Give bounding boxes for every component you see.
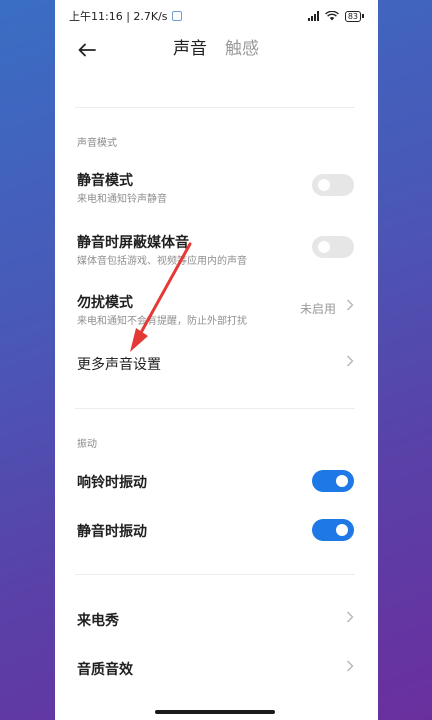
divider — [75, 574, 355, 575]
notification-icon — [171, 11, 182, 21]
section-title-vibration: 振动 — [77, 439, 97, 450]
row-caller-show[interactable]: 来电秀 — [55, 604, 378, 636]
battery-icon: 83 — [344, 10, 364, 22]
tab-sound[interactable]: 声音 — [173, 38, 207, 60]
row-title: 来电秀 — [77, 613, 119, 629]
row-vibrate-on-silent[interactable]: 静音时振动 — [55, 515, 378, 547]
row-do-not-disturb[interactable]: 勿扰模式 来电和通知不会有提醒，防止外部打扰 未启用 — [55, 288, 378, 334]
signal-icon — [307, 11, 319, 21]
status-bar: 上午11:16 | 2.7K/s 83 — [55, 0, 378, 32]
battery-level: 83 — [344, 10, 361, 22]
row-title: 静音时振动 — [77, 524, 147, 540]
section-title-sound-mode: 声音模式 — [77, 138, 117, 149]
row-title: 勿扰模式 — [77, 295, 133, 311]
vibrate-on-silent-toggle[interactable] — [312, 519, 354, 541]
row-title: 音质音效 — [77, 662, 133, 678]
silent-mode-toggle[interactable] — [312, 174, 354, 196]
row-subtitle: 媒体音包括游戏、视频等应用内的声音 — [77, 256, 247, 267]
row-vibrate-on-ring[interactable]: 响铃时振动 — [55, 466, 378, 498]
row-sound-effects[interactable]: 音质音效 — [55, 653, 378, 685]
row-title: 更多声音设置 — [77, 357, 161, 373]
row-mute-media[interactable]: 静音时屏蔽媒体音 媒体音包括游戏、视频等应用内的声音 — [55, 226, 378, 272]
arrow-left-icon — [78, 43, 96, 57]
row-title: 静音模式 — [77, 173, 133, 189]
header: 声音 触感 — [55, 32, 378, 68]
mute-media-toggle[interactable] — [312, 236, 354, 258]
row-subtitle: 来电和通知铃声静音 — [77, 194, 167, 205]
status-time-speed: 上午11:16 | 2.7K/s — [69, 10, 168, 23]
home-indicator — [155, 710, 275, 714]
divider — [75, 408, 355, 409]
row-silent-mode[interactable]: 静音模式 来电和通知铃声静音 — [55, 164, 378, 210]
vibrate-on-ring-toggle[interactable] — [312, 470, 354, 492]
back-button[interactable] — [75, 38, 99, 62]
row-more-sound-settings[interactable]: 更多声音设置 — [55, 348, 378, 380]
settings-screen: 上午11:16 | 2.7K/s 83 声音 触感 声音模式 静音模式 来电和通… — [55, 0, 378, 720]
row-title: 响铃时振动 — [77, 475, 147, 491]
chevron-right-icon — [346, 611, 354, 627]
row-title: 静音时屏蔽媒体音 — [77, 235, 189, 251]
tab-haptics[interactable]: 触感 — [225, 38, 259, 60]
wifi-icon — [324, 11, 339, 21]
divider — [75, 107, 355, 108]
chevron-right-icon — [346, 355, 354, 371]
dnd-status: 未启用 — [299, 302, 336, 316]
row-subtitle: 来电和通知不会有提醒，防止外部打扰 — [77, 316, 247, 327]
chevron-right-icon — [346, 299, 354, 315]
chevron-right-icon — [346, 660, 354, 676]
